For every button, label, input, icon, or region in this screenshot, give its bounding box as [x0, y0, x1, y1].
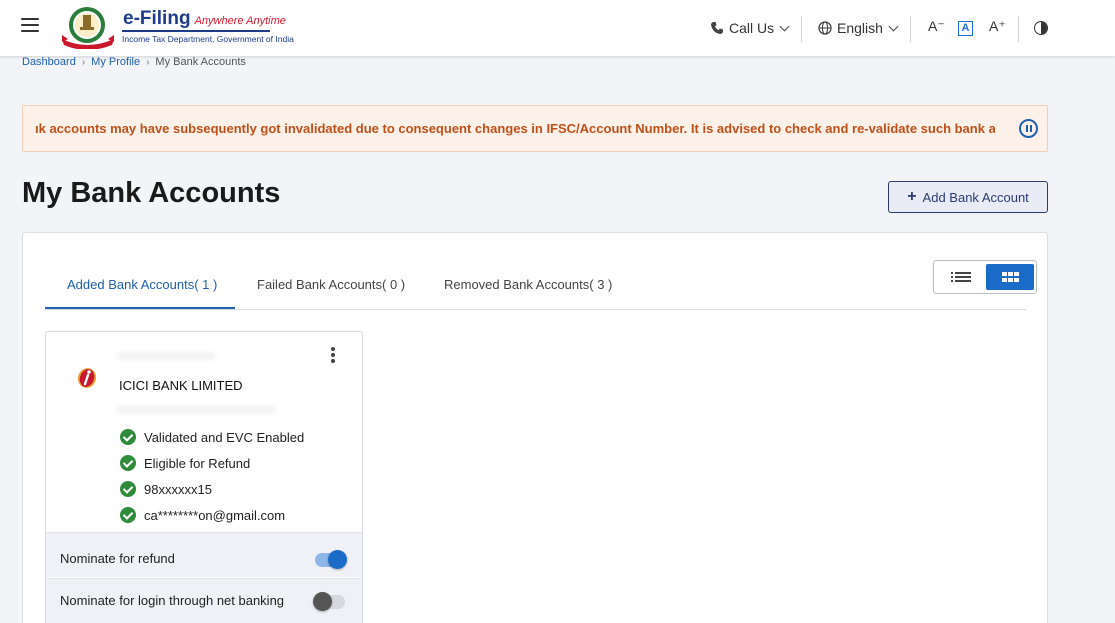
alert-banner: ık accounts may have subsequently got in…	[22, 105, 1048, 152]
list-item: ca********on@gmail.com	[120, 507, 285, 523]
call-us-dropdown[interactable]: Call Us	[710, 20, 790, 36]
check-circle-icon	[120, 507, 136, 523]
list-item: 98xxxxxx15	[120, 481, 212, 497]
font-increase-button[interactable]: A⁺	[989, 18, 1006, 35]
add-bank-account-label: Add Bank Account	[922, 189, 1029, 205]
tab-bar: Added Bank Accounts( 1 ) Failed Bank Acc…	[45, 261, 1026, 310]
page-title: My Bank Accounts	[22, 177, 281, 209]
language-dropdown[interactable]: English	[818, 20, 899, 36]
redacted-text	[116, 352, 216, 360]
bank-accounts-panel: Added Bank Accounts( 1 ) Failed Bank Acc…	[22, 232, 1048, 623]
icici-bank-logo-icon	[77, 368, 97, 388]
list-view-icon[interactable]	[938, 264, 984, 290]
top-header: e-Filing Anywhere Anytime Income Tax Depa…	[0, 0, 1115, 56]
nominate-login-row: Nominate for login through net banking	[46, 578, 362, 623]
nominate-login-toggle[interactable]	[313, 592, 345, 611]
alert-marquee-text: ık accounts may have subsequently got in…	[35, 121, 995, 136]
divider	[801, 16, 802, 42]
nominate-login-label: Nominate for login through net banking	[60, 593, 285, 608]
breadcrumb: Dashboard › My Profile › My Bank Account…	[22, 56, 246, 68]
breadcrumb-separator: ›	[81, 56, 86, 68]
tab-removed-bank-accounts[interactable]: Removed Bank Accounts( 3 )	[444, 277, 612, 292]
call-us-label: Call Us	[729, 20, 775, 36]
masked-email: ca********on@gmail.com	[144, 507, 286, 523]
list-item: Validated and EVC Enabled	[120, 429, 304, 445]
font-default-button[interactable]: A	[958, 21, 973, 36]
check-circle-icon	[120, 429, 136, 445]
language-label: English	[837, 20, 883, 36]
nominate-refund-toggle[interactable]	[315, 550, 347, 569]
tab-added-bank-accounts[interactable]: Added Bank Accounts( 1 )	[67, 277, 217, 292]
tab-failed-bank-accounts[interactable]: Failed Bank Accounts( 0 )	[257, 277, 405, 292]
refund-eligibility: Eligible for Refund	[144, 455, 251, 471]
validation-status: Validated and EVC Enabled	[144, 429, 305, 445]
breadcrumb-dashboard[interactable]: Dashboard	[22, 56, 76, 68]
masked-mobile: 98xxxxxx15	[144, 481, 212, 497]
pause-icon[interactable]	[1019, 119, 1038, 138]
check-circle-icon	[120, 481, 136, 497]
breadcrumb-my-profile[interactable]: My Profile	[91, 56, 140, 68]
redacted-text	[116, 406, 276, 414]
brand-tagline: Anywhere Anytime	[194, 15, 286, 27]
globe-icon	[818, 21, 832, 35]
bank-account-card: ICICI BANK LIMITED Validated and EVC Ena…	[45, 331, 363, 623]
add-bank-account-button[interactable]: + Add Bank Account	[888, 181, 1048, 213]
phone-icon	[711, 22, 723, 34]
list-item: Eligible for Refund	[120, 455, 250, 471]
chevron-down-icon	[779, 21, 790, 31]
nominate-refund-label: Nominate for refund	[60, 551, 175, 566]
chevron-down-icon	[888, 21, 899, 31]
more-options-icon[interactable]	[331, 347, 335, 363]
contrast-icon[interactable]	[1034, 21, 1048, 35]
check-circle-icon	[120, 455, 136, 471]
brand-subtitle: Income Tax Department, Government of Ind…	[122, 34, 294, 44]
menu-icon[interactable]	[21, 18, 39, 32]
breadcrumb-current: My Bank Accounts	[155, 56, 246, 68]
brand-divider	[122, 30, 270, 32]
font-decrease-button[interactable]: A⁻	[928, 18, 945, 35]
bank-name: ICICI BANK LIMITED	[119, 378, 243, 393]
grid-view-icon[interactable]	[986, 264, 1034, 290]
plus-icon: +	[907, 188, 917, 205]
nominate-refund-row: Nominate for refund	[46, 532, 362, 577]
breadcrumb-separator: ›	[146, 56, 150, 68]
active-tab-indicator	[45, 307, 235, 309]
income-tax-logo-icon[interactable]	[58, 5, 118, 49]
divider	[1018, 16, 1019, 42]
brand-title[interactable]: e-Filing Anywhere Anytime	[123, 8, 286, 30]
divider	[910, 16, 911, 42]
view-toggle	[933, 260, 1037, 294]
